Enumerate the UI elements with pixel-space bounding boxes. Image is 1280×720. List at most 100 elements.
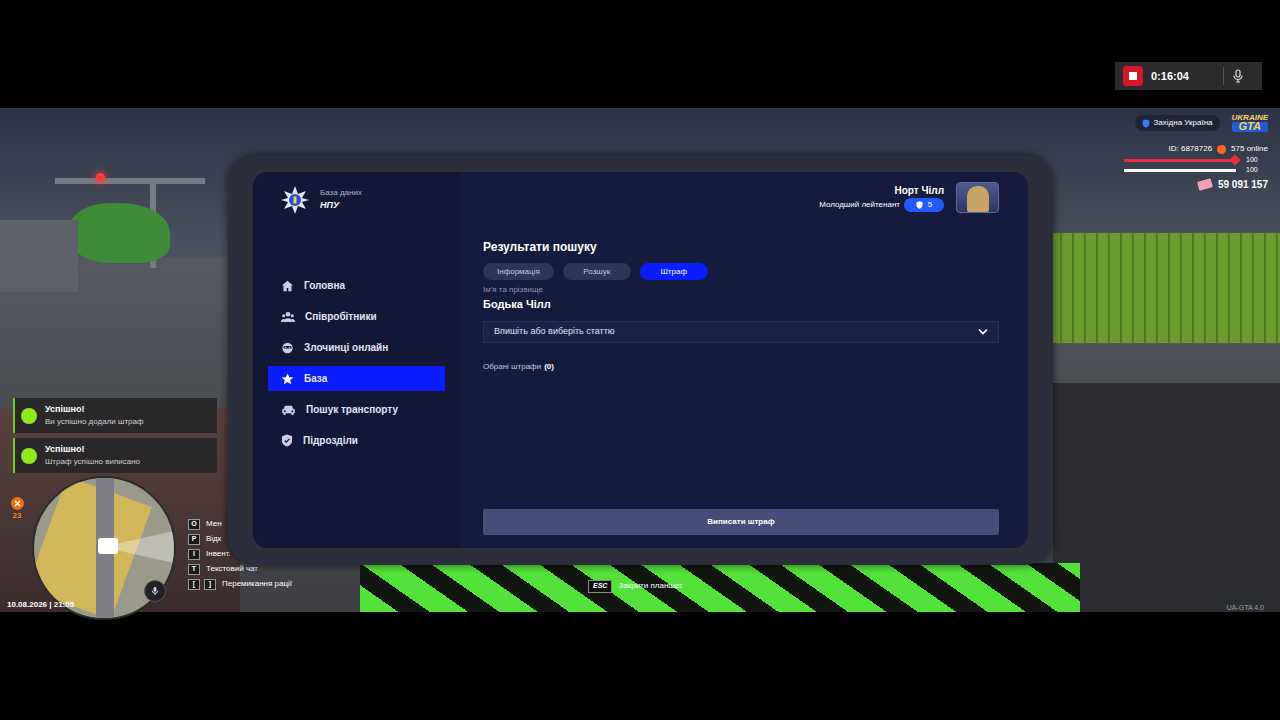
sidebar-item[interactable]: Підрозділи	[268, 428, 445, 453]
user-info: Норт ЧіллМолодший лейтенант 5	[819, 183, 944, 212]
sidebar-menu: Головна Співробітники Злочинці онлайн База П…	[268, 273, 445, 453]
sidebar-item[interactable]: Злочинці онлайн	[268, 335, 445, 360]
sidebar-item[interactable]: Головна	[268, 273, 445, 298]
truck	[0, 220, 78, 292]
issue-fine-button[interactable]: Виписати штраф	[483, 509, 999, 535]
key-hint-label: Відк	[206, 533, 221, 545]
key-hint-label: Текстовий чат	[206, 563, 258, 575]
sidebar-label: Співробітники	[305, 309, 377, 324]
sidebar-label: Злочинці онлайн	[304, 340, 388, 355]
key-cap: ESC	[588, 580, 612, 593]
key-group: P	[188, 534, 200, 545]
police-logo: База данихНПУ	[268, 185, 445, 215]
sidebar-label: Пошук транспорту	[306, 402, 398, 417]
name-label: Ім'я та прізвище	[483, 284, 999, 296]
chosen-label: Обрані штрафи	[483, 361, 541, 373]
notification-body: Успішно!Ви успішно додали штраф	[45, 403, 144, 429]
key-group: T	[188, 564, 200, 575]
shield-icon	[916, 201, 923, 209]
user-level: 5	[928, 199, 932, 211]
stat-value: 100	[1246, 165, 1268, 176]
stat-bar-fill	[1124, 159, 1236, 162]
notification: Успішно!Ви успішно додали штраф	[13, 398, 217, 433]
result-tabs: Інформація Розшук Штраф	[483, 263, 999, 280]
quest-icon	[11, 497, 24, 510]
key-group: O	[188, 519, 200, 530]
key-cap: O	[188, 519, 200, 530]
main-panel: Норт ЧіллМолодший лейтенант5Результати п…	[460, 172, 1028, 548]
user-rank: Молодший лейтенант	[819, 199, 900, 211]
level-badge: 5	[904, 198, 944, 212]
chosen-count: (0)	[544, 361, 554, 373]
home-icon	[281, 280, 294, 292]
key-cap: ]	[204, 579, 216, 590]
record-time: 0:16:04	[1151, 68, 1189, 85]
key-cap: T	[188, 564, 200, 575]
date-time: 10.08.2026 | 21:05	[7, 599, 74, 611]
key-hint-label: Інвент.	[206, 548, 231, 560]
key-hint: [] Перемикання рації	[188, 578, 292, 590]
logo-bottom: GTA	[1232, 122, 1268, 132]
stat-bar-row: 100	[1124, 166, 1268, 175]
id-row: ID: 6878726575 online	[1168, 143, 1268, 155]
sidebar-item[interactable]: Співробітники	[268, 304, 445, 329]
signal-light	[96, 173, 105, 182]
user-avatar	[956, 182, 999, 213]
character-clothes	[360, 563, 1080, 612]
notification: Успішно!Штраф успішно виписано	[13, 438, 217, 473]
star-icon	[281, 373, 294, 385]
sidebar: База данихНПУ Головна Співробітники Злочинц…	[253, 172, 460, 548]
close-hint: ESC Закрити планшет	[588, 580, 683, 593]
stat-bar-fill	[1124, 169, 1236, 172]
key-cap: I	[188, 549, 200, 560]
quest-counter: 23	[8, 497, 26, 522]
sidebar-item[interactable]: База	[268, 366, 445, 391]
stop-icon	[1129, 72, 1137, 80]
voice-button[interactable]	[144, 580, 166, 602]
money-amount: 59 091 157	[1218, 177, 1268, 192]
player-id: ID: 6878726	[1168, 143, 1212, 155]
separator	[1223, 67, 1224, 85]
stop-record-button[interactable]	[1123, 66, 1143, 86]
grass-fence	[1050, 233, 1280, 343]
stat-bar-color	[1124, 169, 1236, 172]
result-tab[interactable]: Інформація	[483, 263, 554, 280]
chevron-down-icon	[978, 328, 988, 335]
people-icon	[281, 311, 295, 323]
money-icon	[1197, 178, 1213, 190]
region-badge: Західна Україна	[1135, 115, 1220, 131]
notifications: Успішно!Ви успішно додали штраф Успішно!Ш…	[13, 398, 217, 473]
criminal-mask-icon	[281, 342, 294, 354]
microphone-icon[interactable]	[1232, 69, 1244, 83]
result-tab[interactable]: Розшук	[563, 263, 631, 280]
sidebar-label: Головна	[304, 278, 345, 293]
logo-top: UKRAINE	[1232, 114, 1268, 121]
tablet-screen: База данихНПУ Головна Співробітники Злочинц…	[253, 172, 1028, 548]
user-name: Норт Чілл	[895, 183, 945, 198]
user-header: Норт ЧіллМолодший лейтенант 5	[483, 182, 999, 213]
result-tab[interactable]: Штраф	[640, 263, 708, 280]
key-cap: [	[188, 579, 200, 590]
shadow-area	[1053, 383, 1280, 612]
article-input[interactable]	[494, 325, 970, 339]
sidebar-item[interactable]: Пошук транспорту	[268, 397, 445, 422]
logo-title: НПУ	[320, 199, 362, 213]
car-icon	[281, 404, 296, 416]
player-status: Західна Україна UKRAINEGTA ID: 6878726575 …	[1078, 112, 1268, 192]
close-hint-label: Закрити планшет	[618, 580, 682, 592]
article-select[interactable]	[483, 321, 999, 343]
notification-text: Ви успішно додали штраф	[45, 416, 144, 428]
player-marker-icon	[98, 538, 118, 554]
game-logo: UKRAINEGTA	[1232, 114, 1268, 131]
key-hint-label: Перемикання рації	[222, 578, 292, 590]
health-marker-icon	[1229, 154, 1240, 165]
success-dot-icon	[21, 448, 37, 464]
notification-title: Успішно!	[45, 403, 144, 417]
key-group: I	[188, 549, 200, 560]
stat-bar-row: 100	[1124, 156, 1268, 165]
hud-top-row: Західна Україна UKRAINEGTA	[1135, 112, 1268, 134]
key-hint-label: Мен	[206, 518, 222, 530]
tablet: База данихНПУ Головна Співробітники Злочинц…	[228, 155, 1053, 565]
online-dot-icon	[1217, 145, 1226, 154]
shield-icon	[1142, 119, 1150, 128]
